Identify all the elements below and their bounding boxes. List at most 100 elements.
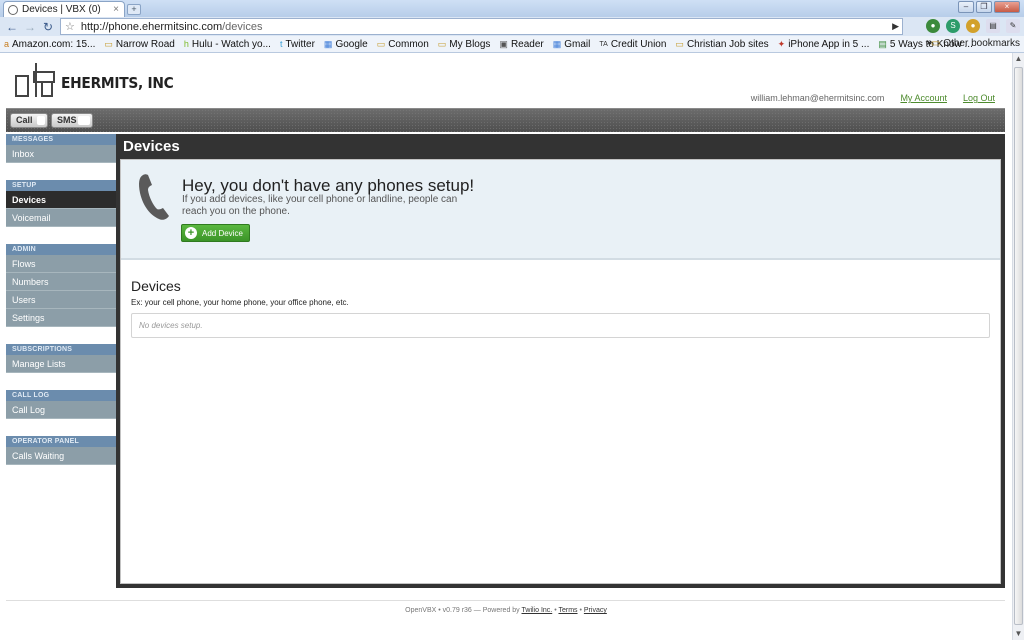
logo-text: EHERMITS, INC <box>61 74 174 92</box>
scroll-up-icon[interactable]: ▲ <box>1013 53 1024 65</box>
company-logo[interactable]: EHERMITS, INC <box>15 63 183 97</box>
bookmark-label: Gmail <box>564 38 591 50</box>
top-nav-bar: Call SMS <box>6 108 1005 132</box>
privacy-link[interactable]: Privacy <box>584 607 607 614</box>
page-menu-icon[interactable]: ▤ <box>986 19 1000 33</box>
folder-icon: ▭ <box>376 38 386 49</box>
url-path: /devices <box>222 20 263 33</box>
extension-icon[interactable]: ● <box>966 19 980 33</box>
user-email: william.lehman@ehermitsinc.com <box>750 93 885 103</box>
bookmark-item[interactable]: ▭ Common <box>377 39 429 50</box>
bookmark-label: Common <box>388 38 429 50</box>
footer: OpenVBX • v0.79 r36 — Powered by Twilio … <box>0 607 1012 614</box>
bookmark-item[interactable]: ▦ Google <box>324 39 368 50</box>
devices-list: No devices setup. <box>131 313 990 338</box>
gmail-icon: ▦ <box>552 38 562 49</box>
vertical-scrollbar[interactable]: ▲ ▼ <box>1012 53 1024 640</box>
bookmark-item[interactable]: ▭ Christian Job sites <box>675 39 768 50</box>
sidebar-item-inbox[interactable]: Inbox <box>6 145 116 163</box>
go-icon[interactable]: ▶ <box>892 21 899 32</box>
devices-heading: Devices <box>131 278 181 294</box>
folder-icon: ▭ <box>930 38 941 49</box>
add-device-label: Add Device <box>202 228 243 238</box>
reload-icon[interactable]: ↻ <box>40 19 56 35</box>
empty-message: No devices setup. <box>139 321 203 330</box>
window-close-icon[interactable]: × <box>994 1 1020 13</box>
bookmark-item[interactable]: TA Credit Union <box>599 39 666 50</box>
sidebar-heading-messages: MESSAGES <box>6 134 116 145</box>
page-title: Devices <box>123 138 180 155</box>
wrench-icon[interactable]: ✎ <box>1006 19 1020 33</box>
bookmarks-bar: a Amazon.com: 15... ▭ Narrow Road h Hulu - … <box>0 36 1024 53</box>
sidebar-item-numbers[interactable]: Numbers <box>6 273 116 291</box>
minimize-icon[interactable]: – <box>958 1 974 13</box>
bookmark-label: Amazon.com: 15... <box>12 38 96 50</box>
sidebar-heading-operator-panel: OPERATOR PANEL <box>6 436 116 447</box>
bookmark-label: Twitter <box>285 38 315 50</box>
new-tab-button[interactable]: + <box>127 4 141 15</box>
bookmark-label: Credit Union <box>610 38 667 50</box>
tab-close-icon[interactable]: × <box>111 4 121 15</box>
sidebar-heading-subscriptions: SUBSCRIPTIONS <box>6 344 116 355</box>
app-icon: ✦ <box>777 38 786 49</box>
bookmark-label: iPhone App in 5 ... <box>788 38 870 50</box>
my-account-link[interactable]: My Account <box>900 93 947 103</box>
sidebar-item-users[interactable]: Users <box>6 291 116 309</box>
sms-toggle-icon <box>78 116 90 125</box>
browser-toolbar: ← → ↻ ☆ http://phone.ehermitsinc.com/dev… <box>0 17 1024 36</box>
sidebar: MESSAGES Inbox SETUP Devices Voicemail A… <box>6 134 116 465</box>
bookmark-item[interactable]: ▦ Gmail <box>553 39 591 50</box>
sms-button[interactable]: SMS <box>51 113 93 128</box>
bank-icon: TA <box>599 40 608 48</box>
log-out-link[interactable]: Log Out <box>963 93 995 103</box>
bookmark-item[interactable]: a Amazon.com: 15... <box>4 39 95 50</box>
sidebar-heading-admin: ADMIN <box>6 244 116 255</box>
logo-mark-icon <box>15 63 57 97</box>
terms-link[interactable]: Terms <box>558 607 577 614</box>
setup-prompt: Hey, you don't have any phones setup! If… <box>121 160 1000 260</box>
twilio-link[interactable]: Twilio Inc. <box>522 607 553 614</box>
extension-icon[interactable]: ● <box>926 19 940 33</box>
sidebar-item-call-log[interactable]: Call Log <box>6 401 116 419</box>
bookmark-label: Narrow Road <box>115 38 175 50</box>
twitter-icon: t <box>279 39 283 49</box>
setup-description: If you add devices, like your cell phone… <box>182 194 458 217</box>
back-icon[interactable]: ← <box>4 19 20 35</box>
scroll-down-icon[interactable]: ▼ <box>1013 628 1024 640</box>
restore-icon[interactable]: ❐ <box>976 1 992 13</box>
sidebar-item-flows[interactable]: Flows <box>6 255 116 273</box>
reader-icon: ▣ <box>499 38 508 49</box>
bookmark-label: Reader <box>510 38 544 50</box>
sidebar-item-calls-waiting[interactable]: Calls Waiting <box>6 447 116 465</box>
browser-tab[interactable]: Devices | VBX (0) × <box>3 1 125 17</box>
scrollbar-thumb[interactable] <box>1014 67 1023 625</box>
bookmark-item[interactable]: ▭ Narrow Road <box>104 39 174 50</box>
other-bookmarks[interactable]: ▭ Other bookmarks <box>931 38 1020 49</box>
bookmark-item[interactable]: ✦ iPhone App in 5 ... <box>778 39 870 50</box>
add-device-button[interactable]: + Add Device <box>181 224 250 242</box>
plus-icon: + <box>185 227 197 239</box>
bookmark-item[interactable]: ▣ Reader <box>499 39 543 50</box>
bookmark-item[interactable]: h Hulu - Watch yo... <box>184 39 271 50</box>
other-bookmarks-label: Other bookmarks <box>943 38 1020 49</box>
url-domain: http://phone.ehermitsinc.com <box>80 20 223 33</box>
call-label: Call <box>16 115 33 125</box>
bookmark-label: Christian Job sites <box>686 38 769 50</box>
tab-title: Devices | VBX (0) <box>22 4 101 15</box>
forward-icon[interactable]: → <box>22 19 38 35</box>
sidebar-item-devices[interactable]: Devices <box>6 191 116 209</box>
footer-separator: • <box>554 607 557 614</box>
page-icon: ▤ <box>878 38 887 49</box>
bookmark-item[interactable]: t Twitter <box>280 39 315 50</box>
sidebar-item-settings[interactable]: Settings <box>6 309 116 327</box>
sidebar-item-voicemail[interactable]: Voicemail <box>6 209 116 227</box>
footer-prefix: OpenVBX • v0.79 r36 — Powered by <box>405 607 520 614</box>
address-bar[interactable]: ☆ http://phone.ehermitsinc.com/devices ▶ <box>60 18 903 35</box>
bookmark-item[interactable]: ▭ My Blogs <box>438 39 491 50</box>
call-button[interactable]: Call <box>10 113 48 128</box>
user-bar: william.lehman@ehermitsinc.com My Accoun… <box>751 93 995 103</box>
bookmark-star-icon[interactable]: ☆ <box>65 20 75 33</box>
sidebar-item-manage-lists[interactable]: Manage Lists <box>6 355 116 373</box>
sidebar-heading-setup: SETUP <box>6 180 116 191</box>
extension-icon[interactable]: S <box>946 19 960 33</box>
